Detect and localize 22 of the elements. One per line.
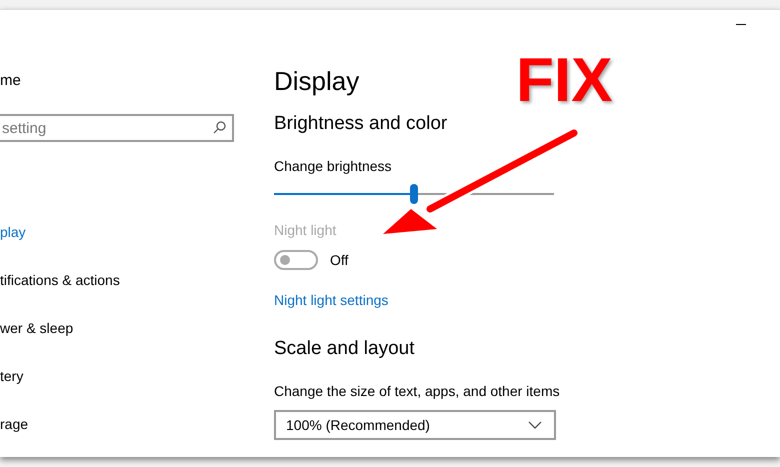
nav-item[interactable]: tery xyxy=(0,366,24,386)
minimize-icon[interactable] xyxy=(736,24,746,26)
size-label: Change the size of text, apps, and other items xyxy=(274,382,560,401)
home-link[interactable]: me xyxy=(0,71,21,91)
section-heading: Scale and layout xyxy=(274,337,414,361)
nav-item[interactable]: tifications & actions xyxy=(0,270,120,290)
slider-thumb[interactable] xyxy=(410,184,418,204)
night-light-settings-link[interactable]: Night light settings xyxy=(274,290,388,310)
page-title: Display xyxy=(274,65,360,97)
brightness-slider[interactable] xyxy=(274,184,554,204)
toggle-state: Off xyxy=(330,251,348,270)
nav-item[interactable]: play xyxy=(0,222,26,242)
annotation-text: FIX xyxy=(516,46,612,116)
section-heading: Brightness and color xyxy=(274,112,448,136)
nav-item[interactable]: rage xyxy=(0,414,28,434)
search-field[interactable]: setting xyxy=(0,114,234,142)
chevron-icon xyxy=(528,421,542,429)
night-light-label: Night light xyxy=(274,221,336,240)
brightness-label: Change brightness xyxy=(274,157,392,176)
scale-dropdown[interactable]: 100% (Recommended) xyxy=(274,410,556,440)
nav-item[interactable]: wer & sleep xyxy=(0,318,74,338)
search-icon[interactable] xyxy=(213,121,226,134)
